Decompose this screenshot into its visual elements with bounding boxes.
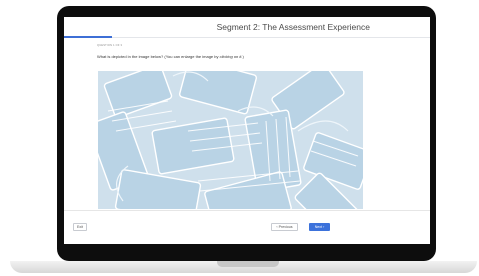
next-button[interactable]: Next ›	[309, 223, 330, 231]
laptop-notch	[217, 261, 279, 267]
exit-button[interactable]: Exit	[73, 223, 87, 231]
previous-button[interactable]: ‹ Previous	[271, 223, 298, 231]
app-footer: Exit ‹ Previous Next ›	[64, 210, 430, 244]
question-prompt-emphasis: clicking on it.	[219, 54, 243, 59]
segment-title: Segment 2: The Assessment Experience	[216, 22, 370, 32]
question-prompt-end: )	[242, 54, 244, 59]
laptop-screen: Segment 2: The Assessment Experience QUE…	[64, 17, 430, 244]
question-prompt: What is depicted in the image below? (Yo…	[97, 54, 244, 59]
app-header: Segment 2: The Assessment Experience	[64, 17, 430, 38]
question-counter: QUESTION 1 OF 3	[97, 44, 123, 47]
face-masks-photo	[98, 71, 363, 209]
question-prompt-start: What is depicted in the image below? (Yo…	[97, 54, 220, 59]
progress-bar	[64, 36, 112, 38]
question-image[interactable]	[98, 71, 363, 209]
